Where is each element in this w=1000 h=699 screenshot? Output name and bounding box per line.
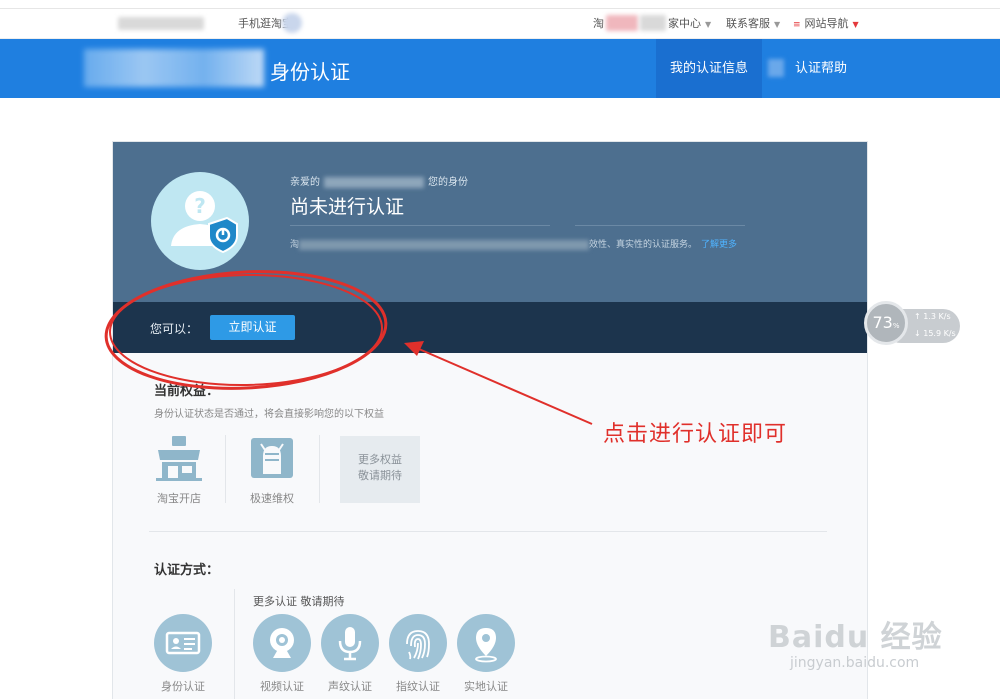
- speed-unit: K/s: [943, 329, 956, 338]
- tab-my-certification[interactable]: 我的认证信息: [656, 39, 762, 98]
- blurred-username: [324, 176, 424, 188]
- greeting-prefix: 亲爱的: [290, 177, 320, 188]
- blurred-description: [299, 239, 590, 250]
- divider: [575, 225, 745, 226]
- methods-title: 认证方式：: [154, 563, 220, 578]
- upload-value: 1.3: [923, 312, 936, 321]
- action-bar: 您可以： 立即认证: [113, 302, 867, 353]
- divider: [225, 435, 226, 503]
- method-label: 声纹认证: [328, 680, 372, 693]
- chevron-down-icon: ▼: [774, 20, 781, 29]
- blurred-help-icon: [768, 59, 784, 77]
- greeting-suffix: 您的身份: [428, 177, 468, 188]
- tab-certification-help[interactable]: 认证帮助: [768, 39, 866, 98]
- action-label: 您可以：: [150, 322, 199, 336]
- method-video[interactable]: 视频认证: [250, 614, 314, 694]
- contact-label: 联系客服: [726, 17, 770, 30]
- method-label: 实地认证: [464, 680, 508, 693]
- blurred-logo: [84, 49, 264, 87]
- perk-open-shop[interactable]: 淘宝开店: [144, 434, 214, 506]
- site-nav-link[interactable]: ≡ 网站导航 ▼: [793, 18, 859, 31]
- certify-now-button[interactable]: 立即认证: [210, 315, 295, 340]
- shop-icon: [154, 434, 204, 482]
- perk-fast-rights[interactable]: 极速维权: [237, 434, 307, 506]
- more-perks-line1: 更多权益: [358, 453, 402, 466]
- perks-title: 当前权益：: [154, 384, 220, 399]
- learn-more-link[interactable]: 了解更多: [701, 240, 737, 250]
- svg-text:?: ?: [194, 194, 206, 218]
- watermark-url: jingyan.baidu.com: [790, 655, 920, 671]
- download-value: 15.9: [923, 329, 942, 338]
- chevron-down-icon: ▼: [852, 20, 859, 29]
- site-prefix: 淘: [593, 17, 604, 30]
- greeting-text: 亲爱的 您的身份: [290, 173, 468, 188]
- certification-status: 尚未进行认证: [290, 196, 405, 218]
- upload-speed: ↑ 1.3 K/s: [914, 312, 951, 321]
- method-id-card[interactable]: 身份认证: [151, 614, 215, 694]
- menu-icon: ≡: [793, 20, 801, 30]
- seller-center-label: 家中心: [668, 17, 701, 30]
- more-perks-placeholder: 更多权益 敬请期待: [340, 436, 420, 503]
- certification-description: 淘 效性、真实性的认证服务。 了解更多: [290, 237, 737, 250]
- divider: [290, 225, 550, 226]
- method-voiceprint[interactable]: 声纹认证: [318, 614, 382, 694]
- watermark-brand: Baidu 经验: [768, 620, 943, 655]
- microphone-icon: [321, 614, 379, 672]
- blurred-menu: [640, 15, 666, 31]
- download-speed: ↓ 15.9 K/s: [914, 329, 956, 338]
- blurred-user-area: [118, 17, 204, 30]
- perk-label: 淘宝开店: [157, 492, 201, 505]
- section-divider: [149, 531, 827, 532]
- help-tab-label: 认证帮助: [794, 61, 847, 76]
- top-utility-bar: 手机逛淘宝 淘 家中心 ▼ 联系客服 ▼ ≡ 网站导航 ▼: [0, 8, 1000, 39]
- memory-percent-ring: 73%: [864, 301, 908, 345]
- more-methods-label: 更多认证 敬请期待: [253, 595, 345, 608]
- certification-status-panel: ? 亲爱的 您的身份 尚未进行认证 淘 效性、真实性的认证服务。 了解更多: [113, 142, 867, 302]
- percent-value: 73: [872, 313, 893, 332]
- divider: [319, 435, 320, 503]
- id-card-icon: [154, 614, 212, 672]
- network-speed-widget[interactable]: 73% ↑ 1.3 K/s ↓ 15.9 K/s: [864, 301, 960, 345]
- divider: [234, 589, 235, 699]
- perk-label: 极速维权: [250, 492, 294, 505]
- annotation-note: 点击进行认证即可: [603, 422, 788, 447]
- percent-unit: %: [892, 322, 900, 330]
- baidu-watermark: Baidu 经验: [768, 612, 943, 656]
- method-on-site[interactable]: 实地认证: [454, 614, 518, 694]
- page-title: 身份认证: [270, 60, 350, 84]
- location-pin-icon: [457, 614, 515, 672]
- speed-unit: K/s: [938, 312, 951, 321]
- desc-suffix: 效性、真实性的认证服务。: [589, 240, 698, 250]
- webcam-icon: [253, 614, 311, 672]
- seller-center-link[interactable]: 家中心 ▼: [668, 18, 711, 31]
- fist-icon: [247, 434, 297, 482]
- chevron-down-icon: ▼: [705, 20, 712, 29]
- method-label: 指纹认证: [396, 680, 440, 693]
- perks-subtitle: 身份认证状态是否通过，将会直接影响您的以下权益: [154, 409, 384, 420]
- avatar: ?: [151, 172, 249, 270]
- more-perks-line2: 敬请期待: [358, 469, 402, 482]
- unknown-user-shield-icon: ?: [171, 191, 238, 254]
- main-header: 身份认证 我的认证信息 认证帮助: [0, 39, 1000, 98]
- contact-service-link[interactable]: 联系客服 ▼: [726, 18, 780, 31]
- method-label: 视频认证: [260, 680, 304, 693]
- fingerprint-icon: [389, 614, 447, 672]
- blurred-phone-icon: [282, 13, 302, 33]
- method-label: 身份认证: [161, 680, 205, 693]
- method-fingerprint[interactable]: 指纹认证: [386, 614, 450, 694]
- desc-prefix: 淘: [290, 240, 300, 250]
- blurred-username: [606, 15, 638, 31]
- site-nav-label: 网站导航: [804, 17, 849, 30]
